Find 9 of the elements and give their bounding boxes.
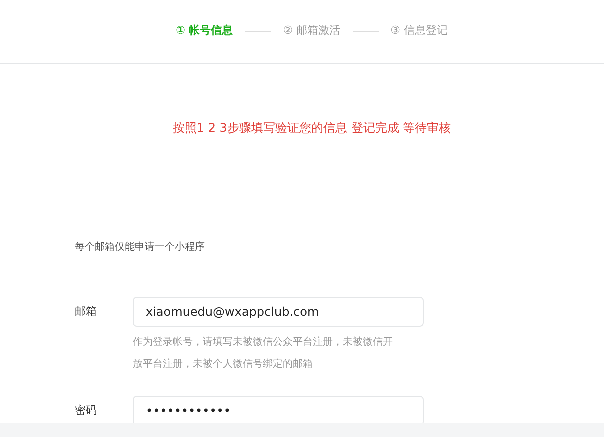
- field-label: 密码: [75, 403, 98, 419]
- notice-text: 按照1 2 3步骤填写验证您的信息 登记完成 等待审核: [172, 120, 452, 137]
- field-label: 邮箱: [75, 304, 98, 320]
- email-field[interactable]: xiaomuedu@wxappclub.com: [133, 297, 424, 327]
- step-label: ① 帐号信息: [176, 23, 234, 40]
- intro-text: 每个邮箱仅能申请一个小程序: [75, 242, 205, 253]
- step-label: ③ 信息登记: [390, 23, 448, 40]
- hint-text: 作为登录帐号，请填写未被微信公众平台注册，未被微信开放平台注册，未被个人微信号绑定的邮箱: [133, 336, 394, 372]
- step-label: ② 邮箱激活: [283, 23, 341, 40]
